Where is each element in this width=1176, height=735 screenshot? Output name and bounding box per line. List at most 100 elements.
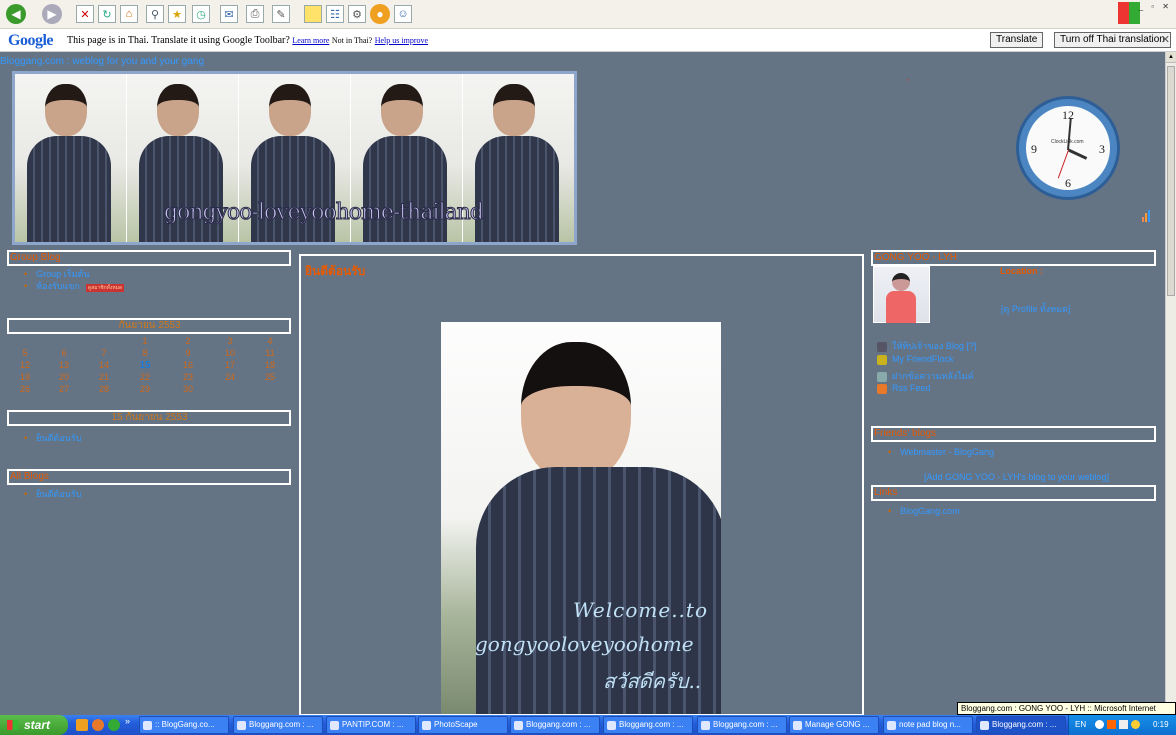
messenger-icon[interactable]: ☷	[326, 5, 344, 23]
all-blogs-item[interactable]: ยินดีต้อนรับ	[35, 487, 81, 501]
calendar-day[interactable]: 1	[130, 336, 160, 346]
calendar-day[interactable]: 8	[130, 348, 160, 358]
calendar-day[interactable]: 9	[173, 348, 203, 358]
calendar-day[interactable]: 18	[255, 360, 285, 370]
calendar-day[interactable]: 4	[255, 336, 285, 346]
help-improve-link[interactable]: Help us improve	[375, 36, 428, 45]
calendar-day[interactable]: 6	[49, 348, 79, 358]
favorites-icon[interactable]: ★	[168, 5, 186, 23]
taskbar-task[interactable]: Bloggang.com : ...	[603, 716, 693, 734]
calendar-day[interactable]: 20	[49, 372, 79, 382]
friendflock-label[interactable]: My FriendFlock	[892, 354, 954, 364]
calendar-day[interactable]: 14	[89, 360, 119, 370]
profile-link[interactable]: [ดู Profile ทั้งหมด]	[1001, 302, 1070, 316]
calendar-day[interactable]: 19	[10, 372, 40, 382]
calendar-day[interactable]: 27	[49, 384, 79, 394]
taskbar-task[interactable]: PANTIP.COM : ...	[326, 716, 416, 734]
taskbar-task[interactable]: :: BlogGang.co...	[139, 716, 229, 734]
start-button[interactable]: start	[0, 715, 68, 735]
taskbar-task[interactable]: Manage GONG ...	[789, 716, 879, 734]
rss-link[interactable]: Rss Feed	[877, 383, 931, 394]
home-icon[interactable]: ⌂	[120, 5, 138, 23]
edit-icon[interactable]: ✎	[272, 5, 290, 23]
calendar-day[interactable]: 29	[130, 384, 160, 394]
quicklaunch-icon[interactable]	[76, 719, 88, 731]
print-icon[interactable]: ⎙	[246, 5, 264, 23]
network-icon[interactable]	[1095, 720, 1104, 729]
refresh-icon[interactable]: ↻	[98, 5, 116, 23]
links-item[interactable]: BlogGang.com	[899, 506, 960, 516]
tip-owner-link[interactable]: ให้ทิปเจ้าของ Blog [?]	[877, 339, 976, 353]
calendar-day[interactable]: 15	[130, 360, 160, 371]
tip-owner-label[interactable]: ให้ทิปเจ้าของ Blog [?]	[892, 341, 976, 351]
volume-icon[interactable]	[1131, 720, 1140, 729]
calendar-day[interactable]: 30	[173, 384, 203, 394]
calendar-day[interactable]: 21	[89, 372, 119, 382]
group-blog-item[interactable]: ห้องรับแขก ดูสมาชิกทั้งหมด	[35, 279, 125, 293]
taskbar-task[interactable]: Bloggang.com : ...	[233, 716, 323, 734]
calendar-day[interactable]: 16	[173, 360, 203, 370]
notes-icon[interactable]	[304, 5, 322, 23]
translate-button[interactable]: Translate	[990, 32, 1044, 48]
window-controls[interactable]: _ ▫ ✕	[1139, 2, 1172, 11]
date-entry-label[interactable]: ยินดีต้อนรับ	[36, 433, 81, 443]
stop-icon[interactable]: ✕	[76, 5, 94, 23]
tools-icon[interactable]: ⚙	[348, 5, 366, 23]
tray-app-icon[interactable]	[1107, 720, 1116, 729]
taskbar-task[interactable]: Bloggang.com : ...	[697, 716, 787, 734]
chrome-icon[interactable]	[108, 719, 120, 731]
calendar-day[interactable]: 13	[49, 360, 79, 370]
research-icon[interactable]: ☺	[394, 5, 412, 23]
date-entry-item[interactable]: ยินดีต้อนรับ	[35, 431, 81, 445]
tray-app-icon[interactable]	[1119, 720, 1128, 729]
calendar-day[interactable]: 7	[89, 348, 119, 358]
taskbar-task[interactable]: note pad blog n...	[883, 716, 973, 734]
taskbar-task[interactable]: Bloggang.com : ...	[976, 716, 1066, 734]
rss-label[interactable]: Rss Feed	[892, 383, 931, 393]
calendar-day[interactable]: 17	[215, 360, 245, 370]
calendar-day[interactable]: 25	[255, 372, 285, 382]
forward-icon[interactable]: ▶	[42, 4, 62, 24]
mail-icon[interactable]: ✉	[220, 5, 238, 23]
profile-avatar[interactable]	[873, 266, 930, 323]
friend-blog-item[interactable]: Webmaster - BlogGang	[899, 447, 994, 457]
calendar-day[interactable]: 2	[173, 336, 203, 346]
learn-more-link[interactable]: Learn more	[292, 36, 329, 45]
calendar-day[interactable]: 5	[10, 348, 40, 358]
close-icon[interactable]: ✕	[1161, 33, 1170, 46]
taskbar-task[interactable]: Bloggang.com : ...	[510, 716, 600, 734]
scroll-up-icon[interactable]: ▲	[1166, 52, 1176, 63]
calendar-day[interactable]: 10	[215, 348, 245, 358]
stats-icon[interactable]	[1142, 210, 1152, 222]
site-link[interactable]: Bloggang.com : weblog for you and your g…	[0, 56, 204, 67]
calendar-day[interactable]: 3	[215, 336, 245, 346]
chevron-icon[interactable]: »	[125, 716, 130, 726]
history-icon[interactable]: ◷	[192, 5, 210, 23]
calendar-day[interactable]: 26	[10, 384, 40, 394]
taskbar-task[interactable]: PhotoScape	[418, 716, 508, 734]
group-blog-item-label[interactable]: Group เริ่มต้น	[36, 269, 89, 279]
calendar-day[interactable]: 11	[255, 348, 285, 358]
clock-widget[interactable]: 12 3 6 9 ClockLink.com	[1016, 96, 1120, 200]
friendflock-link[interactable]: My FriendFlock	[877, 354, 954, 365]
message-label[interactable]: ฝากข้อความหลังไมค์	[892, 371, 974, 381]
links-item-label[interactable]: BlogGang.com	[900, 506, 960, 516]
calendar-day[interactable]: 23	[173, 372, 203, 382]
calendar-day[interactable]: 22	[130, 372, 160, 382]
calendar-day[interactable]: 28	[89, 384, 119, 394]
group-blog-item-label[interactable]: ห้องรับแขก	[36, 281, 80, 291]
message-link[interactable]: ฝากข้อความหลังไมค์	[877, 369, 974, 383]
firefox-icon[interactable]	[92, 719, 104, 731]
post-title[interactable]: ยินดีต้อนรับ	[305, 262, 365, 281]
vertical-scrollbar[interactable]: ▲	[1165, 52, 1176, 714]
calendar-day[interactable]: 24	[215, 372, 245, 382]
clock-time[interactable]: 0:19	[1153, 720, 1169, 729]
add-to-weblog-link[interactable]: [Add GONG YOO - LYH's blog to your weblo…	[924, 472, 1109, 482]
scroll-thumb[interactable]	[1167, 66, 1175, 296]
turn-off-translation-button[interactable]: Turn off Thai translation	[1054, 32, 1171, 48]
search-icon[interactable]: ⚲	[146, 5, 164, 23]
addon-icon[interactable]: ●	[370, 4, 390, 24]
friend-blog-label[interactable]: Webmaster - BlogGang	[900, 447, 994, 457]
calendar-day[interactable]: 12	[10, 360, 40, 370]
all-blogs-item-label[interactable]: ยินดีต้อนรับ	[36, 489, 81, 499]
